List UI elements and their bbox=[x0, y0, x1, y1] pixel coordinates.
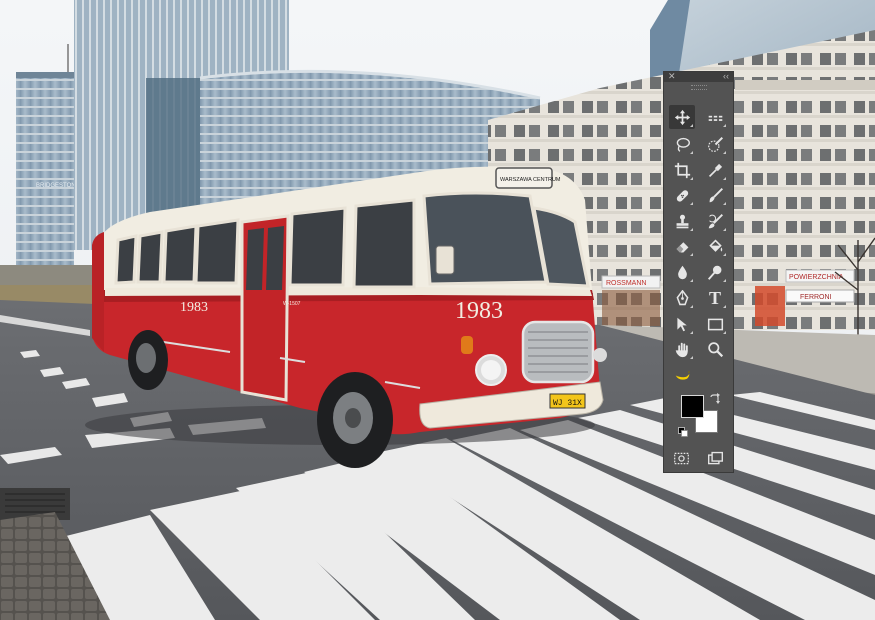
artboard-tool[interactable] bbox=[702, 105, 728, 129]
bus-year-front: 1983 bbox=[455, 298, 503, 324]
history-brush-icon bbox=[708, 213, 723, 228]
type-icon: T bbox=[708, 288, 721, 308]
pen-icon bbox=[676, 289, 688, 305]
close-icon[interactable]: ✕ bbox=[668, 71, 676, 82]
default-colors-icon[interactable] bbox=[678, 427, 688, 437]
hand-tool[interactable] bbox=[669, 337, 695, 361]
quick-mask-icon bbox=[673, 452, 689, 464]
history-brush-tool[interactable] bbox=[702, 209, 728, 233]
canvas-photo: BRIDGESTONE ROSSMANN POWIERZCHNIA FERRON… bbox=[0, 0, 875, 620]
license-plate: WJ 31X bbox=[553, 399, 582, 408]
brush-icon bbox=[709, 187, 723, 202]
panel-header[interactable]: ✕ ‹‹ bbox=[664, 71, 733, 82]
quick-selection-icon bbox=[707, 136, 723, 152]
shop-sign-ferroni: FERRONI bbox=[800, 294, 832, 301]
pen-tool[interactable] bbox=[669, 286, 695, 310]
collapse-icon[interactable]: ‹‹ bbox=[723, 71, 729, 82]
quick-mask-button[interactable] bbox=[670, 448, 692, 468]
move-tool[interactable] bbox=[669, 105, 695, 129]
type-tool[interactable]: T bbox=[702, 286, 728, 310]
rectangle-icon bbox=[707, 318, 723, 330]
tower-sign: BRIDGESTONE bbox=[36, 183, 80, 189]
bus-year-side: 1983 bbox=[180, 300, 208, 315]
magnifier-icon bbox=[707, 341, 723, 357]
clone-stamp-tool[interactable] bbox=[669, 209, 695, 233]
rectangle-tool[interactable] bbox=[702, 312, 728, 336]
screen-mode-button[interactable] bbox=[704, 448, 726, 468]
stamp-icon bbox=[676, 214, 688, 228]
drop-icon bbox=[677, 265, 687, 279]
crop-tool[interactable] bbox=[669, 158, 695, 182]
banana-icon bbox=[675, 370, 690, 380]
dodge-tool[interactable] bbox=[702, 260, 728, 284]
screen-mode-icon bbox=[707, 451, 723, 464]
shop-sign-rossmann: ROSSMANN bbox=[606, 280, 646, 287]
swap-colors-icon[interactable] bbox=[709, 393, 721, 405]
eyedropper-tool[interactable] bbox=[702, 158, 728, 182]
panel-grip[interactable] bbox=[664, 82, 733, 92]
brush-tool[interactable] bbox=[702, 183, 728, 207]
eyedropper-icon bbox=[708, 163, 722, 177]
lasso-tool[interactable] bbox=[669, 132, 695, 156]
arrow-cursor-icon bbox=[676, 317, 687, 331]
path-selection-tool[interactable] bbox=[669, 312, 695, 336]
lasso-icon bbox=[676, 137, 690, 152]
bucket-icon bbox=[708, 238, 722, 252]
banana-tool[interactable] bbox=[669, 363, 695, 387]
move-icon bbox=[674, 109, 690, 125]
zoom-tool[interactable] bbox=[702, 337, 728, 361]
dodge-icon bbox=[707, 265, 721, 280]
paint-bucket-tool[interactable] bbox=[702, 234, 728, 258]
tools-panel[interactable]: ✕ ‹‹ T bbox=[663, 71, 734, 473]
destination-sign: WARSZAWA CENTRUM bbox=[500, 177, 561, 183]
bandage-icon bbox=[676, 189, 688, 202]
bus-side-code: W-1507 bbox=[283, 301, 301, 307]
foreground-color-swatch[interactable] bbox=[681, 395, 704, 418]
dashed-rect-icon bbox=[708, 115, 722, 121]
hand-icon bbox=[675, 342, 688, 357]
crop-icon bbox=[674, 162, 690, 178]
healing-brush-tool[interactable] bbox=[669, 183, 695, 207]
eraser-icon bbox=[676, 241, 688, 252]
shop-sign-powierzchnia: POWIERZCHNIA bbox=[789, 274, 844, 281]
blur-tool[interactable] bbox=[669, 260, 695, 284]
eraser-tool[interactable] bbox=[669, 234, 695, 258]
quick-selection-tool[interactable] bbox=[702, 132, 728, 156]
